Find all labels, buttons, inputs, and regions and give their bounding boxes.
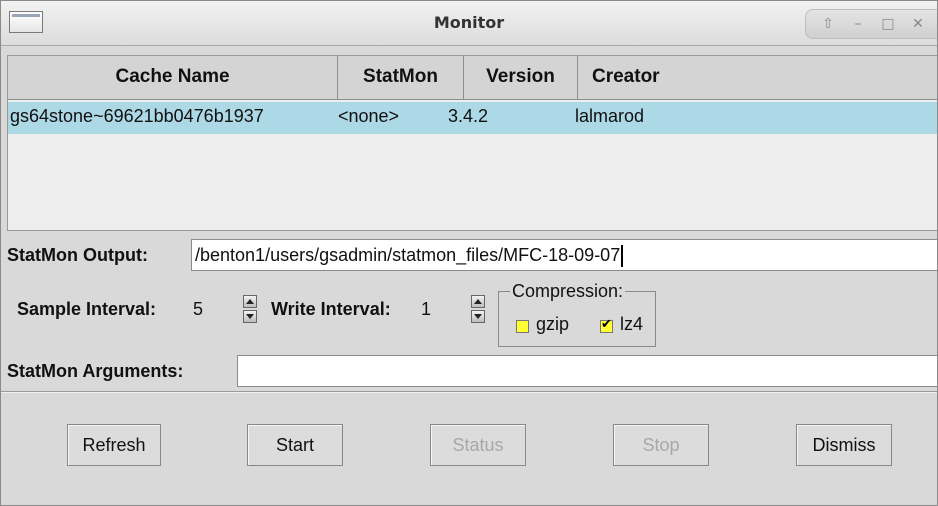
sample-interval-down-arrow-icon[interactable] bbox=[243, 310, 257, 323]
gzip-label: gzip bbox=[536, 314, 570, 334]
statmon-arguments-label: StatMon Arguments: bbox=[7, 361, 184, 381]
window-controls: ⇧ – □ ✕ bbox=[805, 9, 937, 39]
column-header-creator[interactable]: Creator bbox=[578, 56, 937, 100]
text-cursor bbox=[621, 245, 624, 268]
refresh-button[interactable]: Refresh bbox=[67, 424, 161, 466]
title-bar[interactable]: Monitor ⇧ – □ ✕ bbox=[1, 1, 937, 46]
compression-group-title: Compression: bbox=[510, 281, 626, 302]
maximize-icon[interactable]: □ bbox=[876, 13, 900, 35]
dismiss-button[interactable]: Dismiss bbox=[796, 424, 892, 466]
status-button[interactable]: Status bbox=[430, 424, 526, 466]
statmon-output-field[interactable]: /benton1/users/gsadmin/statmon_files/MFC… bbox=[191, 239, 937, 271]
column-header-version[interactable]: Version bbox=[464, 56, 578, 100]
sample-interval-label: Sample Interval: bbox=[17, 299, 157, 319]
window-title: Monitor bbox=[433, 13, 505, 32]
sample-interval-input[interactable]: 5 bbox=[191, 294, 235, 324]
column-header-cache-name[interactable]: Cache Name bbox=[8, 56, 338, 100]
close-icon[interactable]: ✕ bbox=[906, 13, 930, 35]
cell-version: 3.4.2 bbox=[448, 106, 489, 126]
statmon-output-label: StatMon Output: bbox=[7, 245, 148, 265]
write-interval-label: Write Interval: bbox=[271, 299, 391, 319]
column-header-statmon[interactable]: StatMon bbox=[338, 56, 464, 100]
monitor-window: Monitor ⇧ – □ ✕ Cache Name StatMon Versi… bbox=[0, 0, 938, 506]
table-row[interactable]: gs64stone~69621bb0476b1937 <none> 3.4.2 … bbox=[8, 102, 937, 134]
start-button[interactable]: Start bbox=[247, 424, 343, 466]
write-interval-input[interactable]: 1 bbox=[419, 294, 463, 324]
minimize-icon[interactable]: – bbox=[846, 13, 870, 35]
cell-cache-name: gs64stone~69621bb0476b1937 bbox=[10, 106, 264, 126]
lz4-checkbox[interactable]: ✔ bbox=[600, 317, 613, 333]
write-interval-up-arrow-icon[interactable] bbox=[471, 295, 485, 308]
write-interval-spinner bbox=[471, 295, 485, 323]
sample-interval-up-arrow-icon[interactable] bbox=[243, 295, 257, 308]
cache-table: Cache Name StatMon Version Creator gs64s… bbox=[7, 55, 937, 231]
separator-highlight bbox=[1, 392, 937, 393]
lz4-label: lz4 bbox=[620, 314, 644, 334]
stop-button[interactable]: Stop bbox=[613, 424, 709, 466]
statmon-output-value: /benton1/users/gsadmin/statmon_files/MFC… bbox=[195, 245, 621, 265]
cell-statmon: <none> bbox=[338, 106, 400, 126]
sample-interval-spinner bbox=[243, 295, 257, 323]
cell-creator: lalmarod bbox=[575, 106, 645, 126]
check-icon: ✔ bbox=[601, 317, 612, 332]
gzip-checkbox[interactable] bbox=[516, 320, 529, 333]
up-arrow-icon[interactable]: ⇧ bbox=[816, 13, 840, 35]
statmon-arguments-field[interactable] bbox=[237, 355, 937, 387]
write-interval-down-arrow-icon[interactable] bbox=[471, 310, 485, 323]
